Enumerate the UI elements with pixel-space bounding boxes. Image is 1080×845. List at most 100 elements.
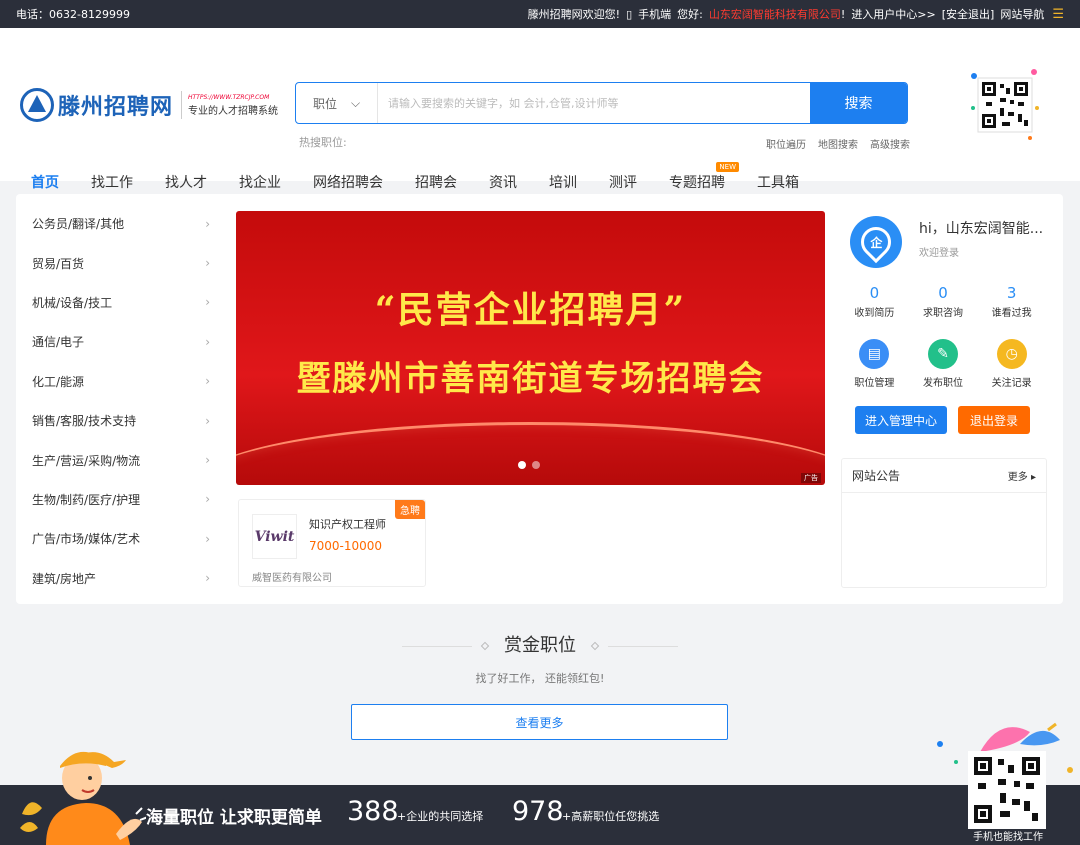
category-item[interactable]: 化工/能源 › [32,362,210,401]
exclaim-text: ! [840,8,846,21]
job-card[interactable]: 急聘 Viwit 知识产权工程师 7000-10000 威智医药有限公司 [238,499,426,587]
stat-label: 求职咨询 [923,308,963,319]
advanced-search-link[interactable]: 高级搜索 [870,136,910,151]
notice-box: 网站公告 更多 ▸ [841,458,1047,588]
job-title[interactable]: 知识产权工程师 [309,516,386,532]
category-item[interactable]: 广告/市场/媒体/艺术 › [32,519,210,558]
reward-subtitle: 找了好工作， 还能领红包! [475,672,605,685]
chevron-right-icon: › [205,216,210,231]
category-label: 建筑/房地产 [32,571,97,586]
footer-slogan: 海量职位 让求职更简单 [146,808,322,828]
category-label: 生物/制药/医疗/护理 [32,492,141,507]
site-nav-link[interactable]: 网站导航 [1000,6,1044,22]
site-logo[interactable]: 滕州招聘网 HTTPS://WWW.TZRCJP.COM 专业的人才招聘系统 [20,88,278,122]
category-label: 生产/营运/采购/物流 [32,453,141,468]
manage-center-button[interactable]: 进入管理中心 [855,406,947,434]
category-label: 机械/设备/技工 [32,295,113,310]
view-more-button[interactable]: 查看更多 [351,704,728,740]
chevron-right-icon: › [205,295,210,310]
category-item[interactable]: 贸易/百货 › [32,243,210,282]
urgent-badge: 急聘 [395,500,425,519]
search-input[interactable] [378,83,810,123]
stat-value: 0 [869,284,880,302]
category-item[interactable]: 机械/设备/技工 › [32,283,210,322]
worker-illustration [16,744,149,845]
chevron-right-icon: › [205,256,210,271]
category-list: 公务员/翻译/其他 › 贸易/百货 › 机械/设备/技工 › 通信/电子 › 化工/能源… [32,204,210,598]
edit-icon: ✎ [928,339,958,369]
category-item[interactable]: 通信/电子 › [32,322,210,361]
chevron-right-icon: › [205,453,210,468]
notice-title: 网站公告 [852,469,901,483]
welcome-text: 滕州招聘网欢迎您! [527,8,621,21]
job-company[interactable]: 威智医药有限公司 [252,569,332,584]
chevron-right-icon: › [205,571,210,586]
header: 滕州招聘网 HTTPS://WWW.TZRCJP.COM 专业的人才招聘系统 职… [0,28,1080,208]
logout-button[interactable]: 退出登录 [958,406,1030,434]
diamond-icon [590,641,599,651]
category-label: 通信/电子 [32,335,85,350]
list-icon: ▤ [859,339,890,369]
mobile-link[interactable]: 手机端 [638,6,671,22]
category-item[interactable]: 公务员/翻译/其他 › [32,204,210,243]
search-bar: 职位 ⌵ 搜索 [295,82,908,124]
user-center-link[interactable]: 进入用户中心>> [851,6,935,22]
category-item[interactable]: 生物/制药/医疗/护理 › [32,480,210,519]
footer-qr-label: 手机也能找工作 [973,832,1043,843]
reward-section-title: 赏金职位 [0,631,1080,657]
logout-link[interactable]: [安全退出] [942,6,995,22]
job-salary: 7000-10000 [309,539,383,553]
action-follow-records[interactable]: ◷ 关注记录 [977,339,1046,389]
banner-carousel[interactable]: “民营企业招聘月” 暨滕州市善南街道专场招聘会 广告 [236,211,825,485]
carousel-dots [518,461,540,469]
category-item[interactable]: 销售/客服/技术支持 › [32,401,210,440]
menu-icon[interactable]: ☰ [1052,7,1064,22]
diamond-icon [481,641,490,651]
notice-more-link[interactable]: 更多 ▸ [1008,468,1036,483]
action-post-job[interactable]: ✎ 发布职位 [909,339,978,389]
hot-search-label: 热搜职位: [299,136,347,149]
mobile-icon: ▯ [626,7,633,21]
clock-icon: ◷ [996,339,1027,369]
map-search-link[interactable]: 地图搜索 [818,136,858,151]
top-bar: 电话：0632-8129999 滕州招聘网欢迎您! ▯ 手机端 您好: 山东宏阔… [0,0,1080,28]
search-button[interactable]: 搜索 [810,83,907,123]
footer-company-text: +企业的共同选择 [397,810,484,823]
new-badge: NEW [716,162,739,172]
logo-url: HTTPS://WWW.TZRCJP.COM [188,94,270,101]
stat-inquiries[interactable]: 0 求职咨询 [909,284,978,319]
chevron-right-icon: › [205,492,210,507]
banner-subtitle: 暨滕州市善南街道专场招聘会 [296,359,765,399]
footer-qr-code [968,751,1046,829]
category-label: 销售/客服/技术支持 [32,414,137,429]
stat-viewers[interactable]: 3 谁看过我 [977,284,1046,319]
category-label: 公务员/翻译/其他 [32,217,125,232]
welcome-login: 欢迎登录 [919,248,959,259]
stat-value: 3 [1006,284,1017,302]
action-label: 关注记录 [991,378,1032,389]
category-item[interactable]: 生产/营运/采购/物流 › [32,440,210,479]
stat-label: 谁看过我 [991,308,1032,319]
category-label: 贸易/百货 [32,256,85,271]
qr-code-image [970,68,1040,142]
position-browse-link[interactable]: 职位遍历 [766,136,806,151]
action-label: 发布职位 [923,378,963,389]
logo-icon [20,88,54,122]
user-panel: 企 hi，山东宏阔智能... 欢迎登录 0 收到简历 0 求职咨询 3 谁看过我 ▤ 职… [840,204,1046,458]
avatar: 企 [850,216,902,268]
search-links: 职位遍历 地图搜索 高级搜索 [766,136,910,151]
carousel-dot[interactable] [532,461,540,469]
chevron-right-icon: › [205,374,210,389]
footer-job-count: 978 [512,796,564,827]
nav-special-label: 专题招聘 [669,175,725,191]
chevron-right-icon: › [205,334,210,349]
carousel-dot[interactable] [518,461,526,469]
category-item[interactable]: 建筑/房地产 › [32,559,210,598]
action-label: 职位管理 [854,378,895,389]
category-label: 化工/能源 [32,374,85,389]
stat-label: 收到简历 [854,308,895,319]
action-job-manage[interactable]: ▤ 职位管理 [840,339,909,389]
ad-label: 广告 [801,473,821,483]
search-type-select[interactable]: 职位 ⌵ [296,83,378,123]
stat-resumes[interactable]: 0 收到简历 [840,284,909,319]
